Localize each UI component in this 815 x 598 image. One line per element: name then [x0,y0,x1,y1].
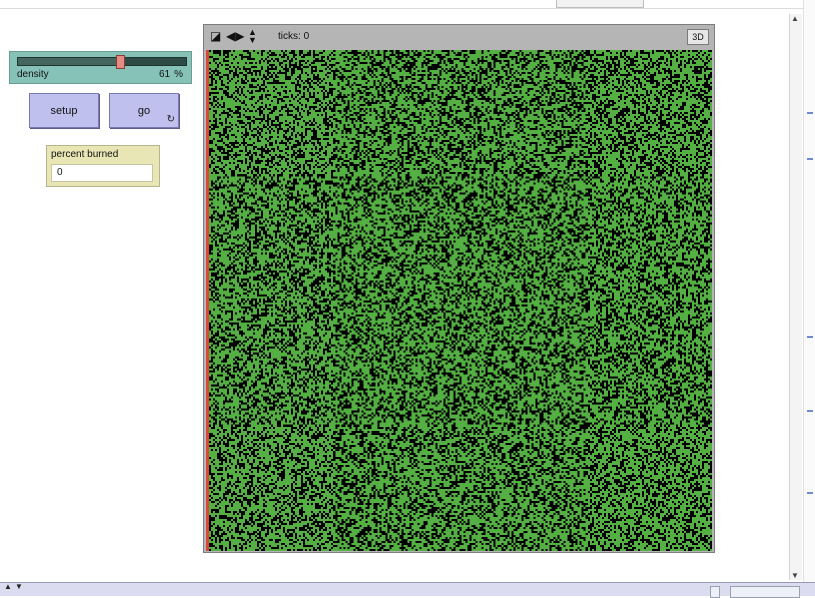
monitor-label: percent burned [51,149,119,160]
slider-track[interactable] [17,55,187,69]
go-button[interactable]: go ↻ [109,93,179,128]
slider-label: density [17,69,49,80]
forever-icon: ↻ [166,114,175,125]
3d-view-button[interactable]: 3D [687,29,709,45]
setup-button-label: setup [50,104,78,117]
percent-burned-monitor: percent burned 0 [46,145,160,187]
setup-button[interactable]: setup [29,93,99,128]
horizontal-arrows-icon[interactable]: ◀▶ [226,30,244,42]
scroll-up-icon[interactable]: ▲ [791,14,799,23]
side-marker [807,492,813,494]
bottom-panel-strip: ▲ ▼ [0,582,815,598]
top-divider [0,8,815,9]
slider-fill [18,58,121,65]
slider-handle[interactable] [116,55,126,69]
patch-world[interactable] [206,50,712,551]
view-toolbar: ◪ ◀▶ ▲ ▼ ticks: 0 3D [204,25,714,49]
ticks-counter: ticks: 0 [278,31,310,42]
vertical-scrollbar[interactable]: ▲ ▼ [789,14,802,580]
forest-canvas[interactable] [209,50,712,551]
right-side-panel [803,0,815,595]
top-tab-fragment [556,0,644,8]
scroll-down-icon[interactable]: ▼ [791,571,799,580]
bottom-strip-button[interactable] [730,586,800,598]
collapse-down-icon[interactable]: ▼ [15,582,23,591]
world-view: ◪ ◀▶ ▲ ▼ ticks: 0 3D [203,24,715,553]
vertical-arrows-icon[interactable]: ▲ ▼ [248,28,257,45]
bottom-strip-button[interactable] [710,586,720,598]
density-slider[interactable]: density 61% [9,51,192,84]
monitor-value: 0 [51,164,153,182]
side-marker [807,112,813,114]
slider-value: 61% [158,69,183,80]
side-marker [807,410,813,412]
go-button-label: go [137,104,151,117]
window-top-strip [0,0,815,9]
side-marker [807,158,813,160]
side-marker [807,336,813,338]
resize-icon[interactable]: ◪ [210,30,221,42]
collapse-up-icon[interactable]: ▲ [4,582,12,591]
